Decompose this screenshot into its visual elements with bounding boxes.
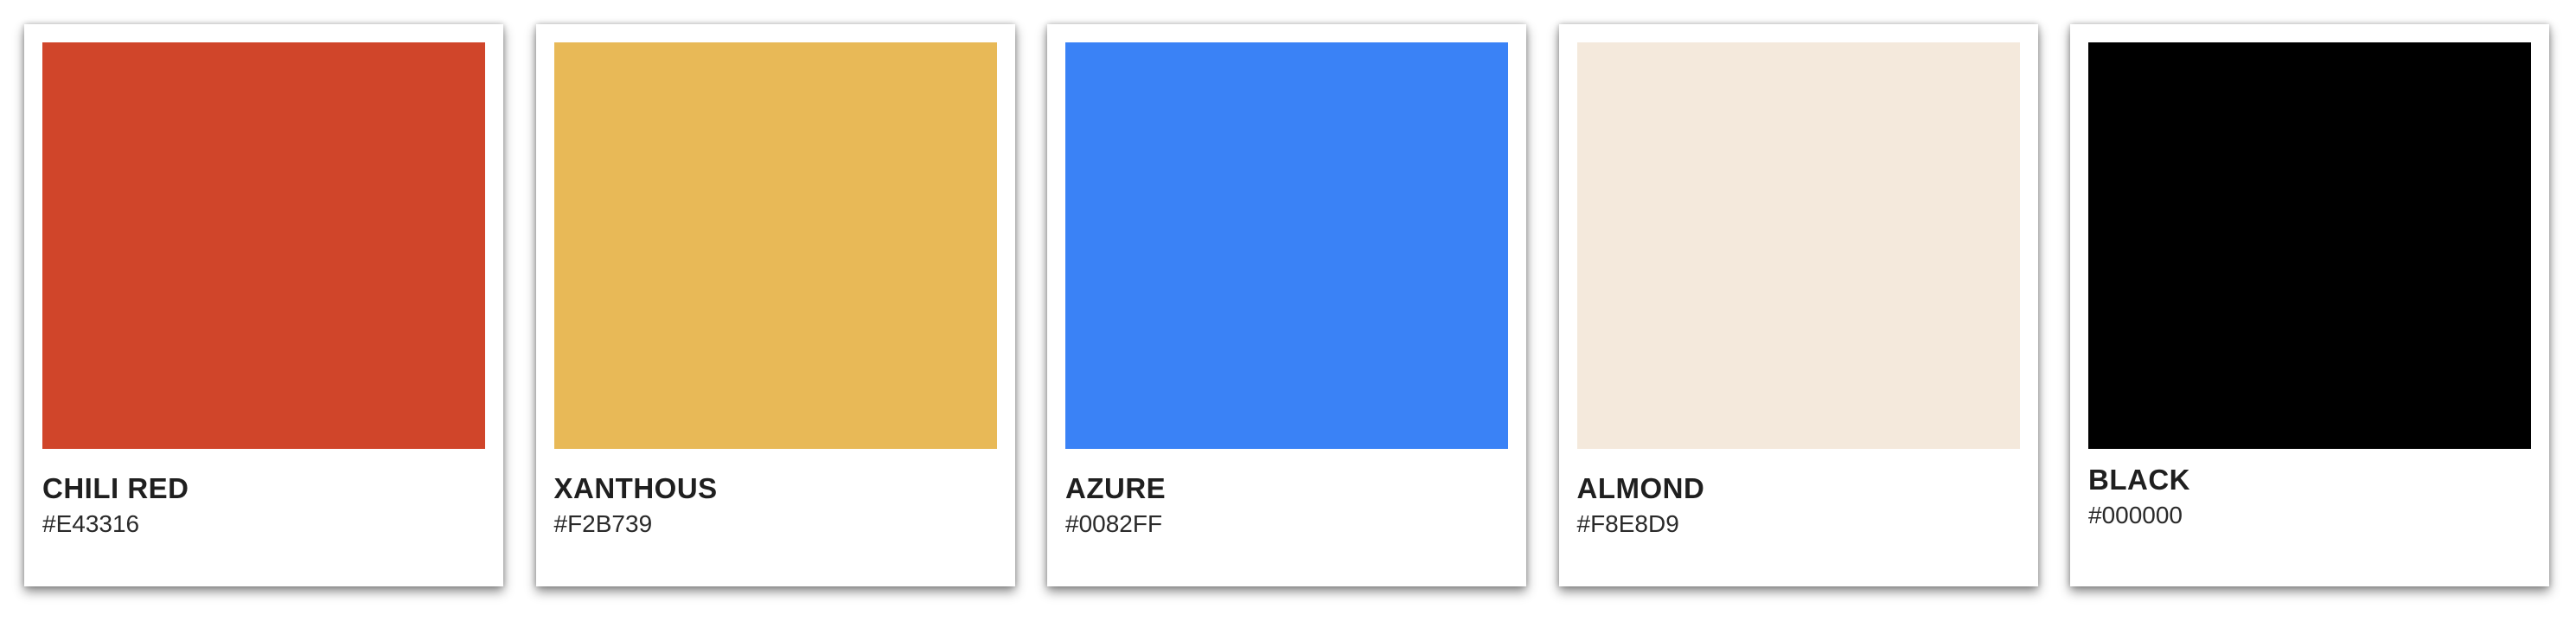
color-name: CHILI RED bbox=[42, 472, 189, 504]
color-hex-code: #F8E8D9 bbox=[1576, 510, 1679, 537]
color-swatch bbox=[2088, 42, 2531, 449]
color-hex-code: #000000 bbox=[2088, 502, 2183, 528]
color-card-almond: ALMOND #F8E8D9 bbox=[1558, 24, 2038, 586]
color-name: AZURE bbox=[1065, 472, 1167, 504]
color-hex-code: #E43316 bbox=[42, 510, 140, 537]
color-card-xanthous: XANTHOUS #F2B739 bbox=[535, 24, 1015, 586]
color-card-black: BLACK #000000 bbox=[2070, 24, 2549, 586]
color-hex-code: #0082FF bbox=[1065, 510, 1163, 537]
color-name: BLACK bbox=[2088, 464, 2190, 496]
color-name: ALMOND bbox=[1576, 472, 1705, 504]
color-card-azure: AZURE #0082FF bbox=[1047, 24, 1526, 586]
color-swatch bbox=[1576, 42, 2020, 449]
color-card-chili-red: CHILI RED #E43316 bbox=[24, 24, 503, 586]
color-swatch bbox=[1065, 42, 1508, 449]
color-swatch bbox=[42, 42, 485, 449]
color-name: XANTHOUS bbox=[553, 472, 718, 504]
color-swatch bbox=[553, 42, 997, 449]
color-palette: CHILI RED #E43316 XANTHOUS #F2B739 AZURE… bbox=[24, 24, 2549, 586]
color-hex-code: #F2B739 bbox=[553, 510, 653, 537]
